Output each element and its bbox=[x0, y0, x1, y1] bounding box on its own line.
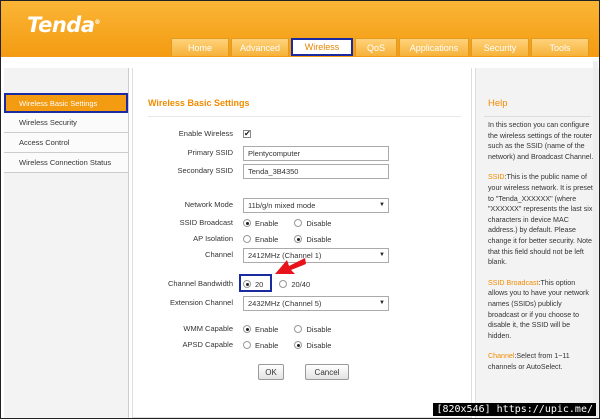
radio-unselected-icon bbox=[243, 341, 251, 349]
sidebar-item-wireless-basic-settings[interactable]: Wireless Basic Settings bbox=[4, 93, 128, 113]
radio-unselected-icon bbox=[294, 325, 303, 333]
wmm-capable-row: WMM Capable Enable Disable bbox=[133, 321, 473, 337]
help-intro: In this section you can configure the wi… bbox=[488, 121, 594, 161]
wmm-disable-radio[interactable]: Disable bbox=[294, 325, 331, 334]
extension-channel-label: Extension Channel bbox=[170, 298, 233, 307]
main-nav-tabs: Home Advanced Wireless QoS Applications … bbox=[171, 38, 591, 56]
top-header: Tenda® Home Advanced Wireless QoS Applic… bbox=[1, 1, 599, 57]
radio-selected-icon bbox=[243, 219, 251, 227]
ssid-broadcast-row: SSID Broadcast Enable Disable bbox=[133, 215, 473, 231]
tab-advanced[interactable]: Advanced bbox=[231, 38, 289, 56]
image-watermark: [820x546] https://upic.me/ bbox=[433, 403, 596, 416]
ok-button[interactable]: OK bbox=[258, 364, 284, 380]
help-divider bbox=[484, 116, 591, 117]
tenda-logo: Tenda® bbox=[27, 13, 101, 37]
ssid-broadcast-disable-radio[interactable]: Disable bbox=[294, 219, 331, 228]
red-arrow-icon bbox=[275, 258, 306, 274]
channel-label: Channel bbox=[205, 250, 233, 259]
dropdown-arrow-icon: ▼ bbox=[379, 300, 385, 306]
tab-wireless[interactable]: Wireless bbox=[291, 38, 353, 56]
settings-panel: Wireless Basic Settings Enable Wireless … bbox=[132, 68, 472, 418]
bandwidth-20-highlight-box bbox=[239, 274, 272, 292]
help-title: Help bbox=[488, 98, 508, 109]
radio-unselected-icon bbox=[279, 280, 288, 288]
page-title: Wireless Basic Settings bbox=[148, 98, 250, 108]
dropdown-arrow-icon: ▼ bbox=[379, 202, 385, 208]
title-divider bbox=[148, 116, 461, 117]
router-admin-window: Tenda® Home Advanced Wireless QoS Applic… bbox=[0, 0, 600, 419]
secondary-ssid-row: Secondary SSID Tenda_3B4350 bbox=[133, 163, 473, 179]
sidebar-item-access-control[interactable]: Access Control bbox=[4, 133, 128, 153]
help-ssid-broadcast: SSID Broadcast:This option allows you to… bbox=[488, 278, 589, 340]
left-sidebar: Wireless Basic Settings Wireless Securit… bbox=[4, 68, 129, 418]
extension-channel-value: 2432MHz (Channel 5) bbox=[248, 298, 322, 308]
primary-ssid-label: Primary SSID bbox=[187, 148, 233, 157]
tab-qos[interactable]: QoS bbox=[355, 38, 397, 56]
apsd-capable-label: APSD Capable bbox=[182, 340, 233, 349]
ap-isolation-row: AP Isolation Enable Disable bbox=[133, 231, 473, 247]
channel-bandwidth-label: Channel Bandwidth bbox=[167, 279, 233, 288]
cancel-button[interactable]: Cancel bbox=[305, 364, 349, 380]
sidebar-item-wireless-connection-status[interactable]: Wireless Connection Status bbox=[4, 153, 128, 173]
wmm-enable-radio[interactable]: Enable bbox=[243, 325, 278, 334]
radio-selected-icon bbox=[294, 341, 303, 349]
apsd-enable-radio[interactable]: Enable bbox=[243, 341, 278, 350]
tab-applications[interactable]: Applications bbox=[399, 38, 469, 56]
ap-isolation-enable-radio[interactable]: Enable bbox=[243, 235, 278, 244]
network-mode-value: 11b/g/n mixed mode bbox=[248, 200, 316, 210]
extension-channel-row: Extension Channel 2432MHz (Channel 5) ▼ bbox=[133, 295, 473, 311]
network-mode-label: Network Mode bbox=[184, 200, 233, 209]
apsd-capable-row: APSD Capable Enable Disable bbox=[133, 337, 473, 353]
primary-ssid-input[interactable]: Plentycomputer bbox=[243, 145, 389, 161]
radio-unselected-icon bbox=[294, 219, 303, 227]
enable-wireless-row: Enable Wireless ✔ bbox=[133, 126, 473, 142]
wmm-capable-label: WMM Capable bbox=[183, 324, 233, 333]
ap-isolation-disable-radio[interactable]: Disable bbox=[294, 235, 331, 244]
secondary-ssid-input[interactable]: Tenda_3B4350 bbox=[243, 163, 389, 179]
secondary-ssid-label: Secondary SSID bbox=[177, 166, 233, 175]
tab-home[interactable]: Home bbox=[171, 38, 229, 56]
bandwidth-20-40-radio[interactable]: 20/40 bbox=[279, 280, 310, 289]
ssid-broadcast-enable-radio[interactable]: Enable bbox=[243, 219, 278, 228]
help-panel: Help In this section you can configure t… bbox=[475, 68, 599, 418]
primary-ssid-row: Primary SSID Plentycomputer bbox=[133, 145, 473, 161]
help-scrollbar[interactable] bbox=[593, 61, 598, 418]
network-mode-select[interactable]: 11b/g/n mixed mode ▼ bbox=[243, 197, 389, 213]
ssid-broadcast-label: SSID Broadcast bbox=[179, 218, 233, 227]
network-mode-row: Network Mode 11b/g/n mixed mode ▼ bbox=[133, 197, 473, 213]
extension-channel-select[interactable]: 2432MHz (Channel 5) ▼ bbox=[243, 295, 389, 311]
radio-selected-icon bbox=[243, 325, 251, 333]
enable-wireless-checkbox[interactable]: ✔ bbox=[243, 130, 251, 138]
apsd-disable-radio[interactable]: Disable bbox=[294, 341, 331, 350]
tab-security[interactable]: Security bbox=[471, 38, 529, 56]
radio-unselected-icon bbox=[243, 235, 251, 243]
help-text: In this section you can configure the wi… bbox=[488, 120, 594, 382]
enable-wireless-label: Enable Wireless bbox=[178, 129, 233, 138]
help-ssid: SSID:This is the public name of your wir… bbox=[488, 173, 593, 267]
ap-isolation-label: AP Isolation bbox=[193, 234, 233, 243]
tab-tools[interactable]: Tools bbox=[531, 38, 589, 56]
radio-selected-icon bbox=[294, 235, 303, 243]
channel-select[interactable]: 2412MHz (Channel 1) ▼ bbox=[243, 247, 389, 263]
help-channel: Channel:Select from 1~11 channels or Aut… bbox=[488, 352, 570, 371]
sidebar-item-wireless-security[interactable]: Wireless Security bbox=[4, 113, 128, 133]
dropdown-arrow-icon: ▼ bbox=[379, 252, 385, 258]
